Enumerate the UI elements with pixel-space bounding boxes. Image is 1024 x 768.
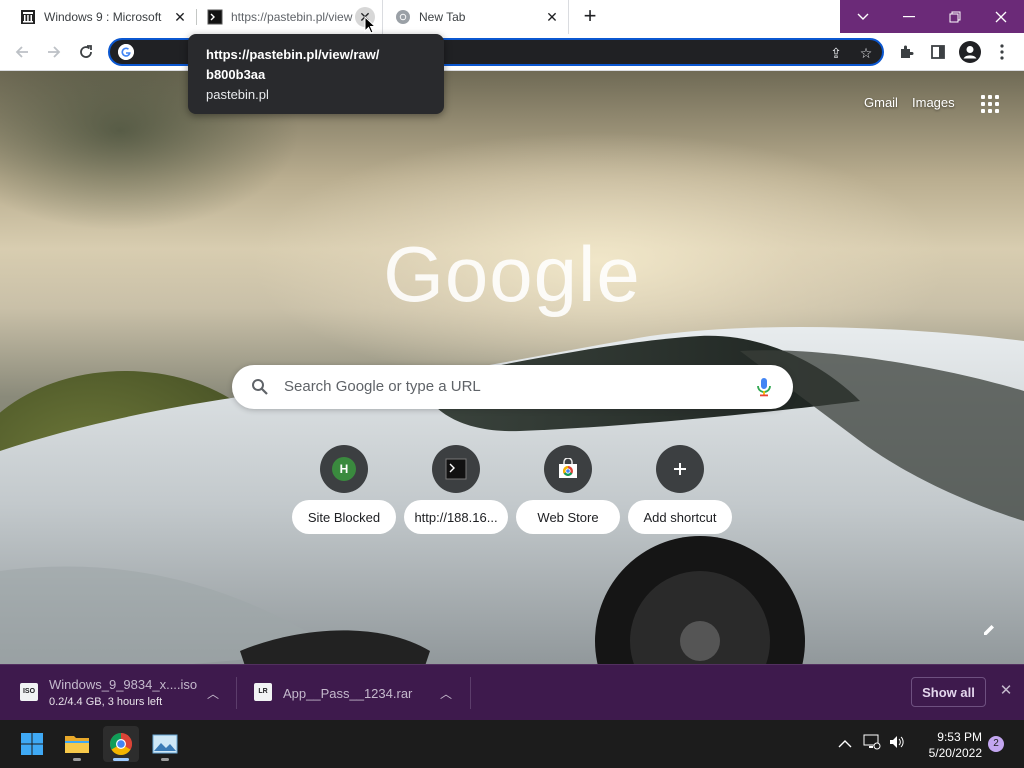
profile-avatar-icon[interactable] bbox=[958, 40, 982, 64]
shortcut-icon-circle: H bbox=[320, 445, 368, 493]
chevron-up-icon[interactable]: ︿ bbox=[439, 685, 453, 701]
clock-date: 5/20/2022 bbox=[928, 746, 982, 760]
kebab-menu-icon[interactable] bbox=[990, 40, 1014, 64]
shortcut-add[interactable]: Add shortcut bbox=[628, 445, 732, 535]
running-indicator bbox=[161, 758, 169, 761]
extensions-icon[interactable] bbox=[894, 40, 918, 64]
shortcut-web-store[interactable]: Web Store bbox=[516, 445, 620, 535]
shortcut-site-blocked[interactable]: H Site Blocked bbox=[292, 445, 396, 535]
close-download-bar-icon[interactable]: ✕ bbox=[998, 683, 1014, 699]
mouse-cursor-icon bbox=[364, 16, 376, 34]
microphone-icon[interactable] bbox=[755, 377, 773, 397]
google-apps-icon[interactable] bbox=[981, 95, 999, 113]
picture-icon bbox=[152, 734, 178, 754]
volume-icon[interactable] bbox=[888, 734, 906, 752]
side-panel-icon[interactable] bbox=[926, 40, 950, 64]
tab-title: https://pastebin.pl/view bbox=[231, 10, 353, 24]
new-tab-page: Gmail Images Google Search Google or typ… bbox=[0, 71, 1024, 664]
plus-icon bbox=[674, 463, 686, 475]
tooltip-url-line-1: https://pastebin.pl/view/raw/ bbox=[206, 47, 380, 62]
web-store-icon bbox=[559, 458, 577, 478]
download-bar: ISO Windows_9_9834_x....iso 0.2/4.4 GB, … bbox=[0, 664, 1024, 720]
clock-time: 9:53 PM bbox=[937, 730, 982, 744]
shortcut-label: http://188.16... bbox=[404, 500, 508, 534]
ntp-search-box[interactable]: Search Google or type a URL bbox=[232, 365, 793, 409]
tooltip-url-line-2: b800b3aa bbox=[206, 67, 266, 82]
close-window-button[interactable] bbox=[978, 0, 1024, 33]
terminal-icon bbox=[207, 9, 223, 25]
tray-chevron-up-icon[interactable] bbox=[836, 734, 854, 752]
taskbar-file-explorer[interactable] bbox=[59, 726, 95, 762]
download-divider bbox=[470, 677, 471, 709]
google-logo: Google bbox=[383, 230, 641, 318]
iso-file-icon: ISO bbox=[20, 683, 38, 701]
minimize-button[interactable] bbox=[886, 0, 932, 33]
browser-toolbar: ⇪ ☆ bbox=[0, 34, 1024, 71]
download-status: 0.2/4.4 GB, 3 hours left bbox=[49, 696, 163, 708]
images-link[interactable]: Images bbox=[912, 95, 955, 110]
taskbar-chrome[interactable] bbox=[103, 726, 139, 762]
terminal-icon bbox=[445, 458, 467, 480]
tab-search-chevron-icon[interactable] bbox=[840, 0, 886, 33]
search-placeholder: Search Google or type a URL bbox=[284, 378, 481, 395]
chevron-up-icon[interactable]: ︿ bbox=[206, 685, 220, 701]
rar-file-icon: LR bbox=[254, 683, 272, 701]
reload-button[interactable] bbox=[74, 40, 98, 64]
forward-arrow-icon bbox=[48, 46, 61, 58]
shortcut-label: Web Store bbox=[516, 500, 620, 534]
tab-archive[interactable]: Windows 9 : Microsoft ✕ bbox=[0, 0, 196, 34]
archive-org-icon bbox=[21, 10, 35, 24]
show-all-downloads-button[interactable]: Show all bbox=[911, 677, 986, 707]
share-icon[interactable]: ⇪ bbox=[826, 43, 846, 63]
chrome-icon bbox=[110, 733, 132, 755]
windows-logo-icon bbox=[21, 733, 43, 755]
system-clock[interactable]: 9:53 PM 5/20/2022 bbox=[912, 729, 982, 761]
download-filename: App__Pass__1234.rar bbox=[283, 686, 413, 701]
tab-pastebin[interactable]: https://pastebin.pl/view ✕ bbox=[187, 0, 381, 34]
chrome-icon bbox=[396, 10, 410, 24]
network-icon[interactable] bbox=[863, 734, 881, 752]
shortcut-label: Site Blocked bbox=[292, 500, 396, 534]
taskbar-photos-app[interactable] bbox=[147, 726, 183, 762]
back-arrow-icon bbox=[15, 46, 28, 58]
tooltip-domain: pastebin.pl bbox=[206, 87, 269, 102]
close-tab-icon[interactable]: ✕ bbox=[542, 7, 562, 27]
notification-badge[interactable]: 2 bbox=[988, 736, 1004, 752]
tab-hover-tooltip: https://pastebin.pl/view/raw/ b800b3aa p… bbox=[188, 34, 444, 114]
download-item-iso[interactable]: ISO Windows_9_9834_x....iso 0.2/4.4 GB, … bbox=[0, 665, 236, 721]
window-controls bbox=[840, 0, 1024, 33]
download-item-rar[interactable]: LR App__Pass__1234.rar ︿ bbox=[234, 665, 470, 721]
google-g-icon bbox=[118, 44, 134, 60]
screen: Windows 9 : Microsoft ✕ https://pastebin… bbox=[0, 0, 1024, 768]
new-tab-button[interactable]: + bbox=[578, 5, 602, 29]
tab-strip: Windows 9 : Microsoft ✕ https://pastebin… bbox=[0, 0, 1024, 34]
start-button[interactable] bbox=[14, 726, 50, 762]
running-indicator bbox=[73, 758, 81, 761]
folder-icon bbox=[65, 736, 89, 753]
shortcut-label: Add shortcut bbox=[628, 500, 732, 534]
shortcut-ip-address[interactable]: http://188.16... bbox=[404, 445, 508, 535]
windows-taskbar: 9:53 PM 5/20/2022 2 bbox=[0, 720, 1024, 768]
tab-title: New Tab bbox=[419, 10, 466, 24]
running-indicator bbox=[113, 758, 129, 761]
restore-button[interactable] bbox=[932, 0, 978, 33]
search-icon bbox=[252, 379, 268, 395]
download-filename: Windows_9_9834_x....iso bbox=[49, 677, 198, 692]
shortcut-icon-circle bbox=[544, 445, 592, 493]
customize-pencil-icon[interactable] bbox=[982, 623, 998, 639]
bookmark-star-icon[interactable]: ☆ bbox=[856, 43, 876, 63]
reload-icon bbox=[80, 45, 92, 58]
gmail-link[interactable]: Gmail bbox=[864, 95, 898, 110]
tab-title: Windows 9 : Microsoft bbox=[44, 10, 162, 24]
tab-new-tab[interactable]: New Tab ✕ bbox=[382, 0, 569, 34]
letter-h-icon: H bbox=[332, 457, 356, 481]
shortcut-icon-circle bbox=[432, 445, 480, 493]
back-button[interactable] bbox=[10, 40, 34, 64]
shortcut-icon-circle bbox=[656, 445, 704, 493]
forward-button[interactable] bbox=[42, 40, 66, 64]
